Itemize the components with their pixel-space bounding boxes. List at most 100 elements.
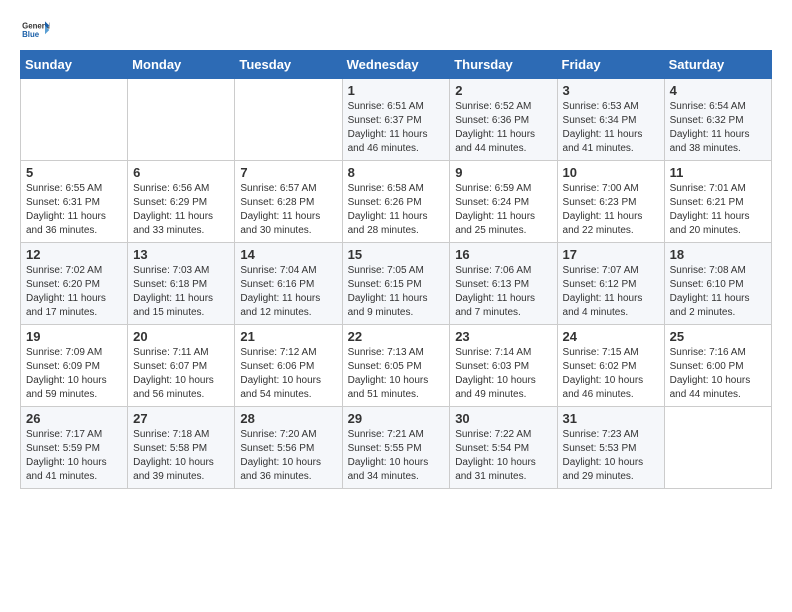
weekday-header-saturday: Saturday bbox=[664, 51, 771, 79]
day-number: 29 bbox=[348, 411, 445, 426]
calendar-cell: 13 Sunrise: 7:03 AM Sunset: 6:18 PM Dayli… bbox=[128, 243, 235, 325]
day-info: Sunrise: 6:51 AM Sunset: 6:37 PM Dayligh… bbox=[348, 100, 445, 156]
day-info: Sunrise: 7:09 AM Sunset: 6:09 PM Dayligh… bbox=[26, 346, 122, 402]
calendar-cell: 9Sunrise: 6:59 AM Sunset: 6:24 PM Daylig… bbox=[450, 161, 557, 243]
calendar-cell: 23 Sunrise: 7:14 AM Sunset: 6:03 PM Dayli… bbox=[450, 325, 557, 407]
calendar-cell bbox=[128, 79, 235, 161]
day-info: Sunrise: 6:53 AM Sunset: 6:34 PM Dayligh… bbox=[563, 100, 659, 156]
day-info: Sunrise: 7:15 AM Sunset: 6:02 PM Dayligh… bbox=[563, 346, 659, 402]
calendar-cell: 31Sunrise: 7:23 AM Sunset: 5:53 PM Dayli… bbox=[557, 407, 664, 489]
calendar-cell: 20 Sunrise: 7:11 AM Sunset: 6:07 PM Dayli… bbox=[128, 325, 235, 407]
day-info: Sunrise: 7:14 AM Sunset: 6:03 PM Dayligh… bbox=[455, 346, 551, 402]
weekday-header-friday: Friday bbox=[557, 51, 664, 79]
calendar-cell: 10Sunrise: 7:00 AM Sunset: 6:23 PM Dayli… bbox=[557, 161, 664, 243]
calendar-cell: 6 Sunrise: 6:56 AM Sunset: 6:29 PM Daylig… bbox=[128, 161, 235, 243]
day-info: Sunrise: 7:04 AM Sunset: 6:16 PM Dayligh… bbox=[240, 264, 336, 320]
logo-icon: General Blue bbox=[20, 20, 50, 40]
calendar-cell: 28 Sunrise: 7:20 AM Sunset: 5:56 PM Dayli… bbox=[235, 407, 342, 489]
day-number: 6 bbox=[133, 165, 229, 180]
day-number: 27 bbox=[133, 411, 229, 426]
day-info: Sunrise: 7:22 AM Sunset: 5:54 PM Dayligh… bbox=[455, 428, 551, 484]
day-number: 20 bbox=[133, 329, 229, 344]
calendar-cell: 16Sunrise: 7:06 AM Sunset: 6:13 PM Dayli… bbox=[450, 243, 557, 325]
day-info: Sunrise: 6:52 AM Sunset: 6:36 PM Dayligh… bbox=[455, 100, 551, 156]
day-info: Sunrise: 7:00 AM Sunset: 6:23 PM Dayligh… bbox=[563, 182, 659, 238]
day-info: Sunrise: 6:54 AM Sunset: 6:32 PM Dayligh… bbox=[670, 100, 766, 156]
day-number: 3 bbox=[563, 83, 659, 98]
calendar-cell: 14 Sunrise: 7:04 AM Sunset: 6:16 PM Dayli… bbox=[235, 243, 342, 325]
day-info: Sunrise: 7:18 AM Sunset: 5:58 PM Dayligh… bbox=[133, 428, 229, 484]
day-info: Sunrise: 7:13 AM Sunset: 6:05 PM Dayligh… bbox=[348, 346, 445, 402]
day-number: 16 bbox=[455, 247, 551, 262]
day-info: Sunrise: 7:11 AM Sunset: 6:07 PM Dayligh… bbox=[133, 346, 229, 402]
day-number: 1 bbox=[348, 83, 445, 98]
calendar-cell: 3 Sunrise: 6:53 AM Sunset: 6:34 PM Daylig… bbox=[557, 79, 664, 161]
day-info: Sunrise: 6:58 AM Sunset: 6:26 PM Dayligh… bbox=[348, 182, 445, 238]
day-number: 24 bbox=[563, 329, 659, 344]
logo: General Blue bbox=[20, 20, 50, 40]
day-number: 4 bbox=[670, 83, 766, 98]
calendar-cell: 29 Sunrise: 7:21 AM Sunset: 5:55 PM Dayli… bbox=[342, 407, 450, 489]
svg-text:Blue: Blue bbox=[22, 30, 40, 39]
calendar-week-row: 1 Sunrise: 6:51 AM Sunset: 6:37 PM Daylig… bbox=[21, 79, 772, 161]
calendar-cell: 12 Sunrise: 7:02 AM Sunset: 6:20 PM Dayli… bbox=[21, 243, 128, 325]
calendar-cell: 27 Sunrise: 7:18 AM Sunset: 5:58 PM Dayli… bbox=[128, 407, 235, 489]
day-number: 11 bbox=[670, 165, 766, 180]
calendar-cell: 4 Sunrise: 6:54 AM Sunset: 6:32 PM Daylig… bbox=[664, 79, 771, 161]
calendar-cell bbox=[664, 407, 771, 489]
calendar-cell: 15Sunrise: 7:05 AM Sunset: 6:15 PM Dayli… bbox=[342, 243, 450, 325]
day-info: Sunrise: 7:07 AM Sunset: 6:12 PM Dayligh… bbox=[563, 264, 659, 320]
day-number: 13 bbox=[133, 247, 229, 262]
header-area: General Blue bbox=[20, 20, 772, 40]
calendar-cell bbox=[21, 79, 128, 161]
day-number: 7 bbox=[240, 165, 336, 180]
day-number: 5 bbox=[26, 165, 122, 180]
day-info: Sunrise: 7:12 AM Sunset: 6:06 PM Dayligh… bbox=[240, 346, 336, 402]
weekday-header-wednesday: Wednesday bbox=[342, 51, 450, 79]
day-info: Sunrise: 7:21 AM Sunset: 5:55 PM Dayligh… bbox=[348, 428, 445, 484]
calendar-cell: 5 Sunrise: 6:55 AM Sunset: 6:31 PM Daylig… bbox=[21, 161, 128, 243]
day-info: Sunrise: 7:03 AM Sunset: 6:18 PM Dayligh… bbox=[133, 264, 229, 320]
day-number: 25 bbox=[670, 329, 766, 344]
day-info: Sunrise: 6:56 AM Sunset: 6:29 PM Dayligh… bbox=[133, 182, 229, 238]
calendar-cell: 22 Sunrise: 7:13 AM Sunset: 6:05 PM Dayli… bbox=[342, 325, 450, 407]
day-number: 14 bbox=[240, 247, 336, 262]
calendar-week-row: 26Sunrise: 7:17 AM Sunset: 5:59 PM Dayli… bbox=[21, 407, 772, 489]
calendar-cell: 8 Sunrise: 6:58 AM Sunset: 6:26 PM Daylig… bbox=[342, 161, 450, 243]
day-number: 8 bbox=[348, 165, 445, 180]
day-number: 22 bbox=[348, 329, 445, 344]
weekday-header-sunday: Sunday bbox=[21, 51, 128, 79]
day-number: 12 bbox=[26, 247, 122, 262]
calendar-cell: 26Sunrise: 7:17 AM Sunset: 5:59 PM Dayli… bbox=[21, 407, 128, 489]
calendar-table: SundayMondayTuesdayWednesdayThursdayFrid… bbox=[20, 50, 772, 489]
day-info: Sunrise: 7:05 AM Sunset: 6:15 PM Dayligh… bbox=[348, 264, 445, 320]
day-info: Sunrise: 6:55 AM Sunset: 6:31 PM Dayligh… bbox=[26, 182, 122, 238]
day-number: 30 bbox=[455, 411, 551, 426]
calendar-week-row: 5 Sunrise: 6:55 AM Sunset: 6:31 PM Daylig… bbox=[21, 161, 772, 243]
day-info: Sunrise: 7:23 AM Sunset: 5:53 PM Dayligh… bbox=[563, 428, 659, 484]
calendar-cell: 2 Sunrise: 6:52 AM Sunset: 6:36 PM Daylig… bbox=[450, 79, 557, 161]
day-number: 18 bbox=[670, 247, 766, 262]
day-info: Sunrise: 7:01 AM Sunset: 6:21 PM Dayligh… bbox=[670, 182, 766, 238]
calendar-cell: 11 Sunrise: 7:01 AM Sunset: 6:21 PM Dayli… bbox=[664, 161, 771, 243]
day-number: 2 bbox=[455, 83, 551, 98]
day-info: Sunrise: 7:20 AM Sunset: 5:56 PM Dayligh… bbox=[240, 428, 336, 484]
calendar-cell: 7Sunrise: 6:57 AM Sunset: 6:28 PM Daylig… bbox=[235, 161, 342, 243]
calendar-week-row: 12 Sunrise: 7:02 AM Sunset: 6:20 PM Dayli… bbox=[21, 243, 772, 325]
calendar-cell: 19 Sunrise: 7:09 AM Sunset: 6:09 PM Dayli… bbox=[21, 325, 128, 407]
calendar-cell: 30 Sunrise: 7:22 AM Sunset: 5:54 PM Dayli… bbox=[450, 407, 557, 489]
day-number: 19 bbox=[26, 329, 122, 344]
calendar-cell bbox=[235, 79, 342, 161]
calendar-cell: 17 Sunrise: 7:07 AM Sunset: 6:12 PM Dayli… bbox=[557, 243, 664, 325]
calendar-cell: 25 Sunrise: 7:16 AM Sunset: 6:00 PM Dayli… bbox=[664, 325, 771, 407]
day-info: Sunrise: 6:59 AM Sunset: 6:24 PM Dayligh… bbox=[455, 182, 551, 238]
day-info: Sunrise: 7:02 AM Sunset: 6:20 PM Dayligh… bbox=[26, 264, 122, 320]
day-info: Sunrise: 7:17 AM Sunset: 5:59 PM Dayligh… bbox=[26, 428, 122, 484]
day-number: 23 bbox=[455, 329, 551, 344]
day-info: Sunrise: 7:16 AM Sunset: 6:00 PM Dayligh… bbox=[670, 346, 766, 402]
calendar-cell: 21Sunrise: 7:12 AM Sunset: 6:06 PM Dayli… bbox=[235, 325, 342, 407]
day-number: 17 bbox=[563, 247, 659, 262]
calendar-cell: 1 Sunrise: 6:51 AM Sunset: 6:37 PM Daylig… bbox=[342, 79, 450, 161]
day-number: 28 bbox=[240, 411, 336, 426]
calendar-week-row: 19 Sunrise: 7:09 AM Sunset: 6:09 PM Dayli… bbox=[21, 325, 772, 407]
